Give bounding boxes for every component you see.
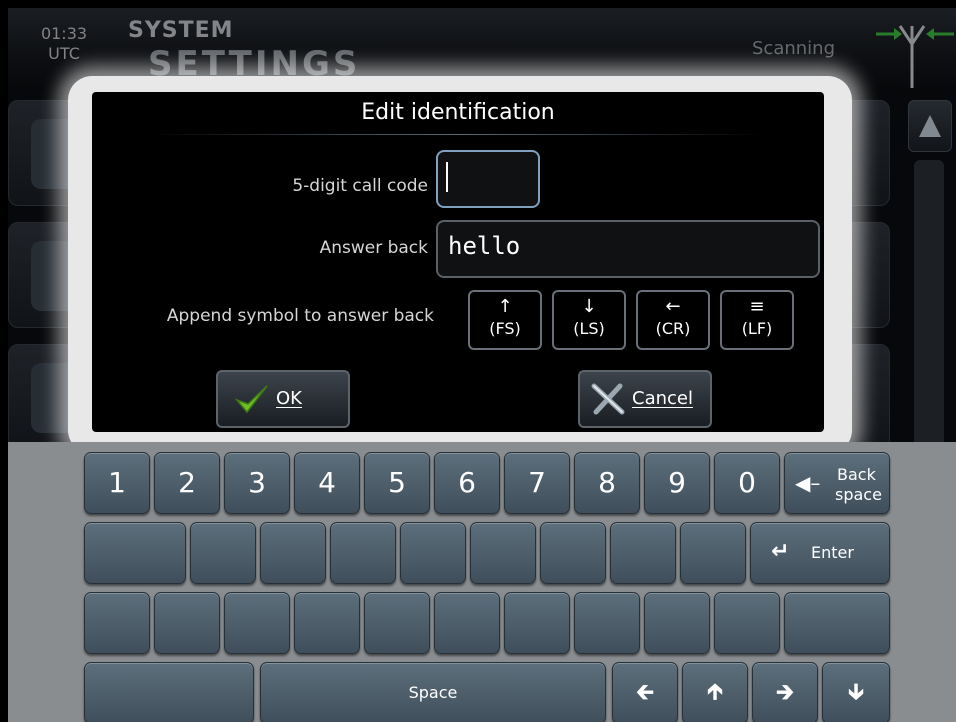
symbol-lf-label: (LF) [741, 319, 773, 338]
dialog-title: Edit identification [361, 100, 555, 125]
arrow-left-key[interactable]: 🡰 [612, 662, 678, 722]
key-row2-5[interactable] [400, 522, 466, 584]
key-3[interactable]: 3 [224, 452, 290, 514]
arrow-up-icon: 🡱 [707, 680, 723, 705]
space-label: Space [408, 683, 458, 702]
arrow-left-icon: ◀– [795, 471, 821, 495]
key-row3-8[interactable] [574, 592, 640, 654]
checkmark-icon [234, 385, 268, 414]
edit-identification-dialog: Edit identification 5-digit call code An… [92, 92, 824, 432]
symbol-ls-button[interactable]: ↓ (LS) [552, 290, 626, 350]
arrow-down-icon: ↓ [581, 296, 597, 317]
answer-back-label: Answer back [319, 238, 428, 258]
key-8[interactable]: 8 [574, 452, 640, 514]
key-row3-10[interactable] [714, 592, 780, 654]
key-row3-2[interactable] [154, 592, 220, 654]
symbol-fs-label: (FS) [489, 319, 521, 338]
key-row2-2[interactable] [190, 522, 256, 584]
backspace-label-line2: space [835, 485, 882, 504]
enter-key[interactable]: ↵ Enter [750, 522, 890, 584]
screen: 01:33 UTC SYSTEM SETTINGS Scanning Edit … [8, 8, 956, 722]
arrow-left-icon: ← [665, 296, 681, 317]
arrow-up-icon: ↑ [497, 296, 513, 317]
text-cursor [446, 162, 448, 192]
key-2[interactable]: 2 [154, 452, 220, 514]
arrow-right-key[interactable]: 🡲 [752, 662, 818, 722]
key-6[interactable]: 6 [434, 452, 500, 514]
key-row3-5[interactable] [364, 592, 430, 654]
answer-back-input[interactable]: hello [436, 220, 820, 278]
arrow-up-key[interactable]: 🡱 [682, 662, 748, 722]
arrow-right-icon: 🡲 [776, 680, 794, 705]
backspace-label-line1: Back [837, 465, 876, 484]
key-9[interactable]: 9 [644, 452, 710, 514]
key-row3-1[interactable] [84, 592, 150, 654]
arrow-down-icon: 🡳 [848, 680, 864, 705]
key-5[interactable]: 5 [364, 452, 430, 514]
on-screen-keyboard: 1 2 3 4 5 6 7 8 9 0 ◀– Back space ↵ Ente… [8, 442, 956, 722]
enter-arrow-icon: ↵ [771, 539, 790, 564]
symbol-cr-button[interactable]: ← (CR) [636, 290, 710, 350]
ok-label: OK [276, 388, 302, 409]
append-symbol-label: Append symbol to answer back [166, 306, 434, 326]
cancel-label: Cancel [632, 388, 693, 409]
key-row4-left[interactable] [84, 662, 254, 722]
cancel-x-icon [591, 383, 625, 415]
symbol-lf-button[interactable]: ≡ (LF) [720, 290, 794, 350]
lines-icon: ≡ [749, 296, 765, 317]
key-row2-6[interactable] [470, 522, 536, 584]
key-4[interactable]: 4 [294, 452, 360, 514]
key-row2-4[interactable] [330, 522, 396, 584]
key-row2-9[interactable] [680, 522, 746, 584]
symbol-cr-label: (CR) [655, 319, 691, 338]
key-0[interactable]: 0 [714, 452, 780, 514]
symbol-fs-button[interactable]: ↑ (FS) [468, 290, 542, 350]
arrow-down-key[interactable]: 🡳 [822, 662, 890, 722]
enter-label: Enter [811, 543, 854, 562]
arrow-left-icon: 🡰 [636, 680, 654, 705]
ok-button[interactable]: OK [216, 370, 350, 428]
call-code-input[interactable] [436, 150, 540, 208]
key-row2-1[interactable] [84, 522, 186, 584]
key-row3-9[interactable] [644, 592, 710, 654]
key-row3-7[interactable] [504, 592, 570, 654]
space-key[interactable]: Space [260, 662, 606, 722]
cancel-button[interactable]: Cancel [578, 370, 712, 428]
key-row3-6[interactable] [434, 592, 500, 654]
key-7[interactable]: 7 [504, 452, 570, 514]
key-row3-3[interactable] [224, 592, 290, 654]
key-row2-7[interactable] [540, 522, 606, 584]
key-row3-4[interactable] [294, 592, 360, 654]
backspace-key[interactable]: ◀– Back space [784, 452, 890, 514]
call-code-label: 5-digit call code [292, 176, 428, 196]
key-row2-3[interactable] [260, 522, 326, 584]
symbol-ls-label: (LS) [573, 319, 605, 338]
answer-back-value: hello [448, 232, 521, 260]
title-divider [152, 134, 764, 135]
key-row3-11[interactable] [784, 592, 890, 654]
key-row2-8[interactable] [610, 522, 676, 584]
key-1[interactable]: 1 [84, 452, 150, 514]
